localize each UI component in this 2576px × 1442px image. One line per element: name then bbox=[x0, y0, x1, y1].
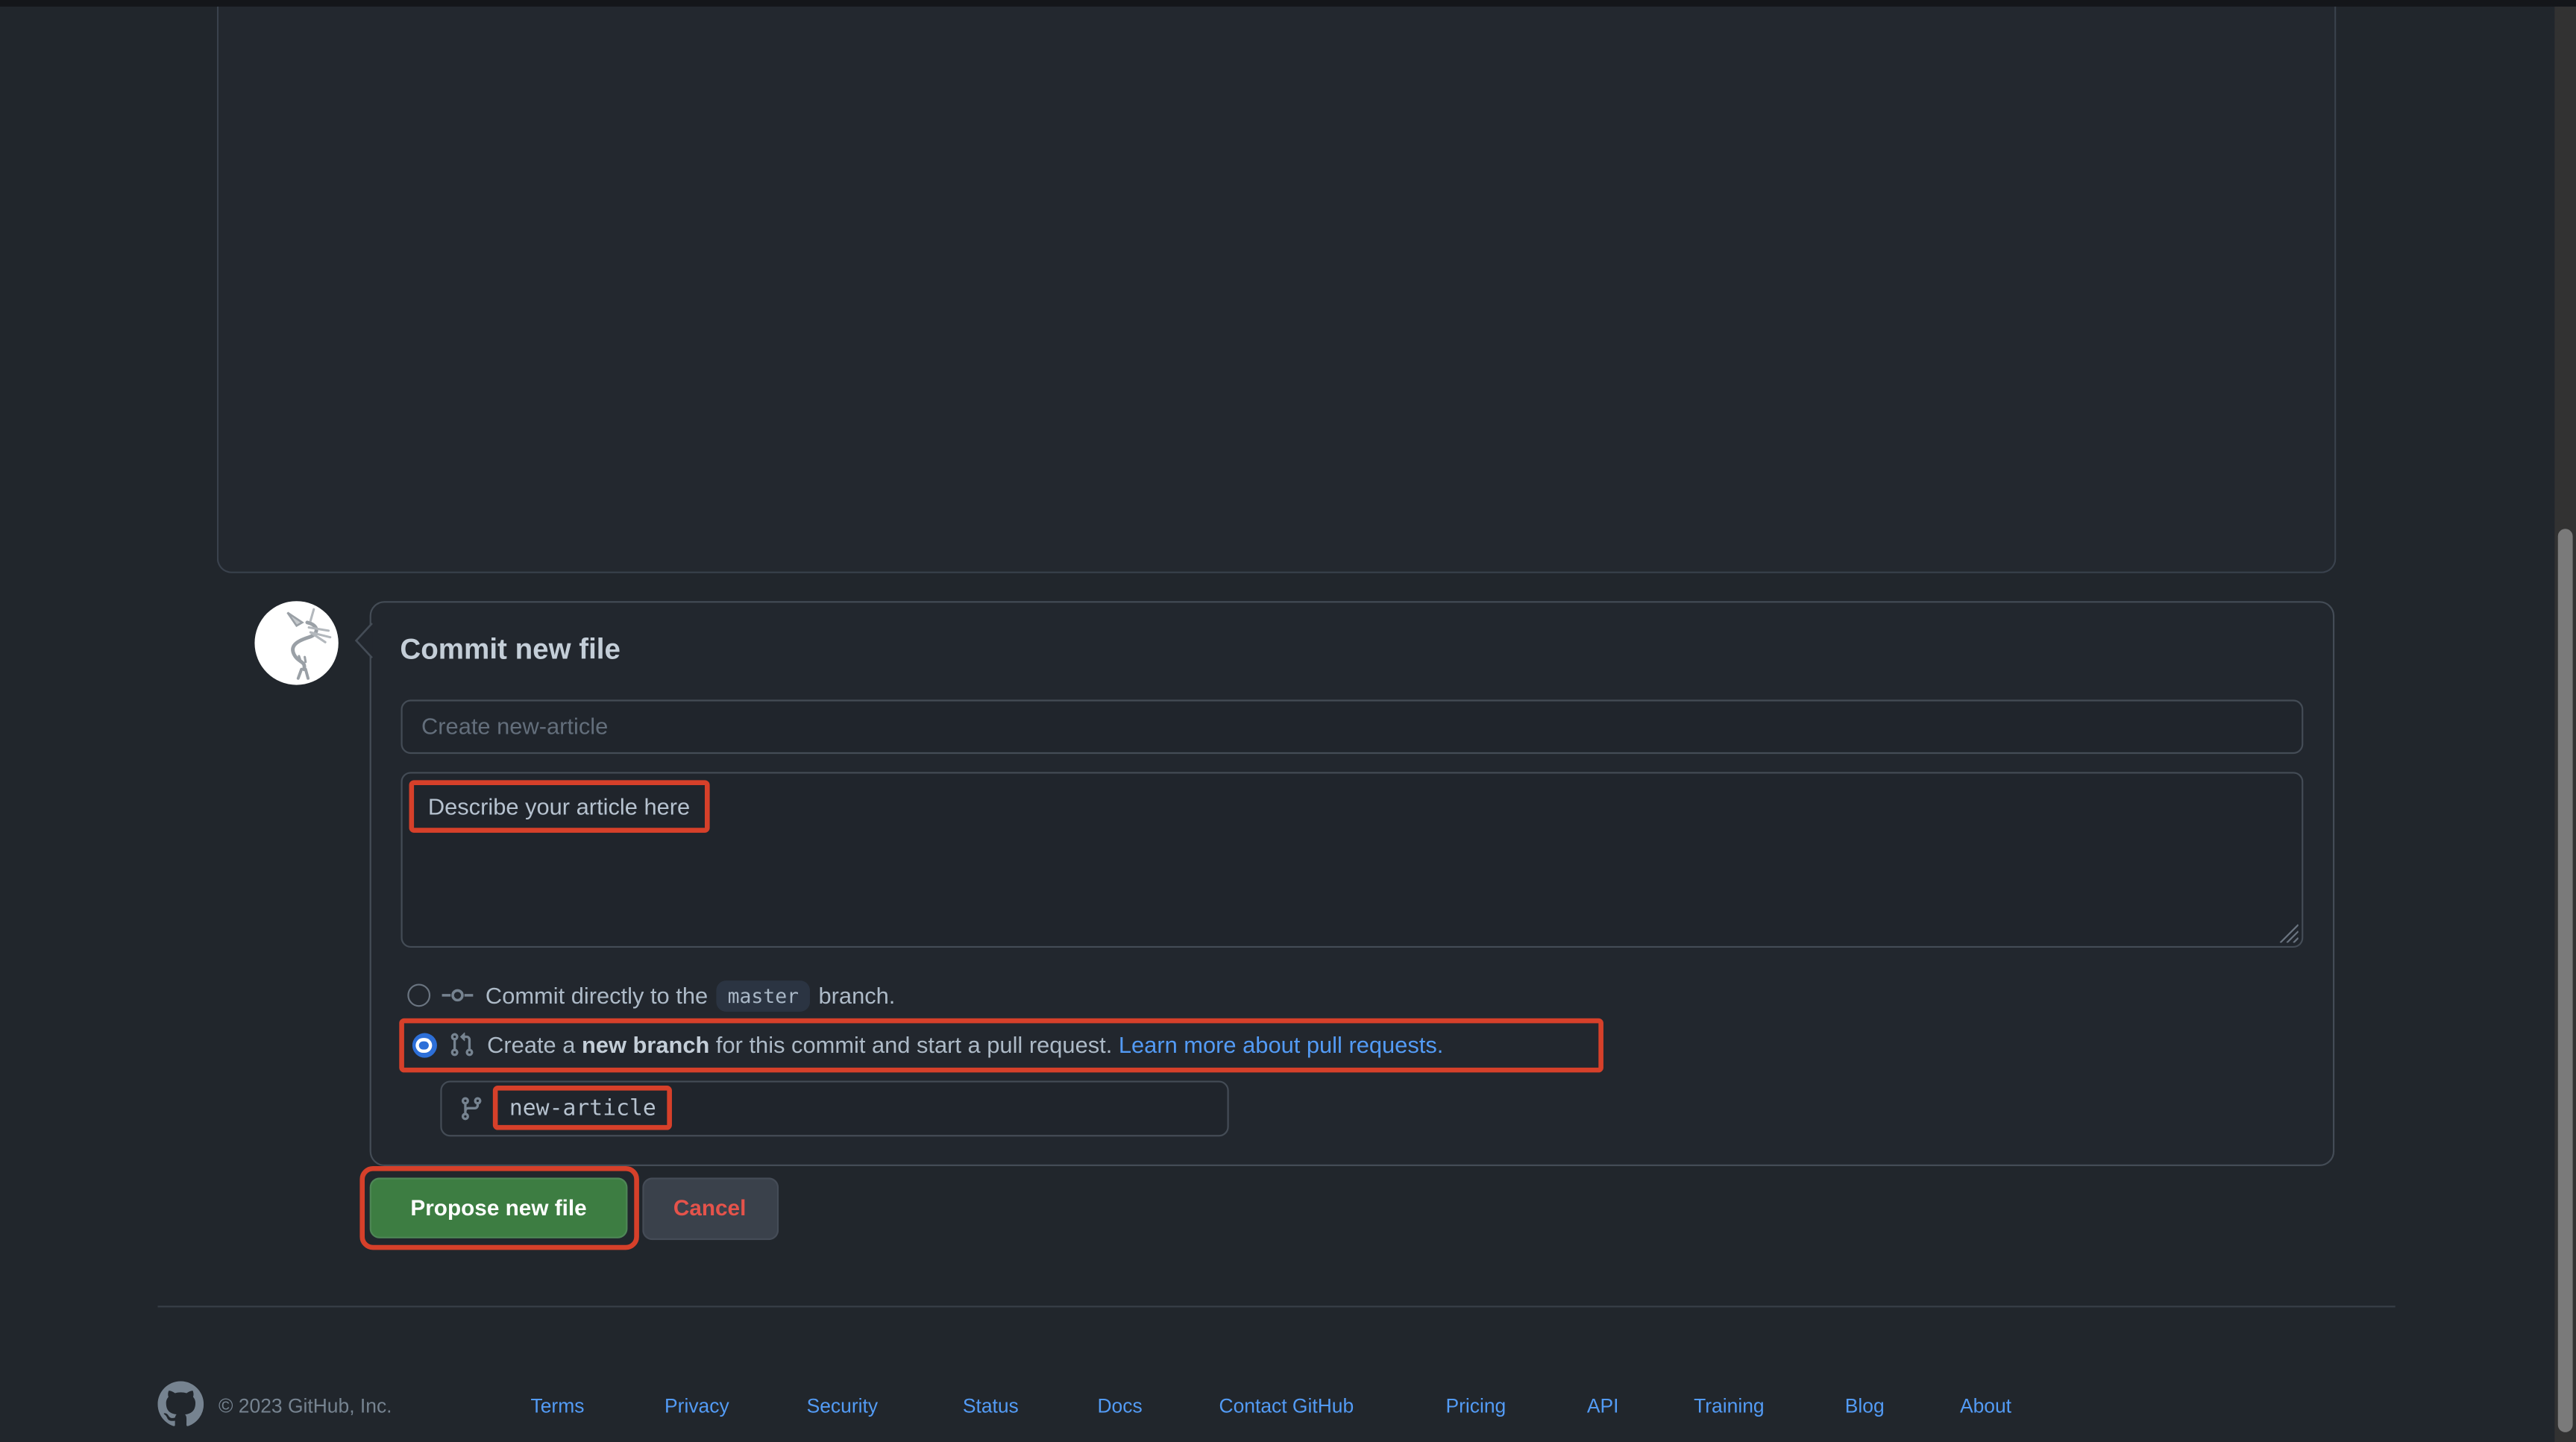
window-top-edge bbox=[0, 0, 2576, 7]
annotation-box-description: Describe your article here bbox=[408, 779, 709, 831]
cancel-button[interactable]: Cancel bbox=[641, 1177, 778, 1239]
branch-name-value: new-article bbox=[509, 1095, 656, 1121]
learn-more-link[interactable]: Learn more about pull requests. bbox=[1119, 1032, 1443, 1058]
footer-link-terms[interactable]: Terms bbox=[531, 1394, 585, 1417]
branch-name-input[interactable]: new-article bbox=[440, 1080, 1228, 1136]
radio-row-commit-direct: Commit directly to themasterbranch. bbox=[406, 978, 895, 1011]
footer-link-about[interactable]: About bbox=[1960, 1394, 2011, 1417]
radio-row-new-branch: Create a new branch for this commit and … bbox=[403, 1032, 1598, 1058]
annotation-box-propose-button: Propose new file bbox=[359, 1166, 638, 1249]
branch-badge-master: master bbox=[716, 980, 810, 1012]
textarea-resize-gripper[interactable] bbox=[2276, 921, 2298, 942]
footer-link-status[interactable]: Status bbox=[963, 1394, 1019, 1417]
annotation-box-new-branch-radio: Create a new branch for this commit and … bbox=[398, 1018, 1603, 1073]
github-octocat-logo[interactable] bbox=[157, 1380, 203, 1426]
card-caret bbox=[353, 623, 372, 658]
footer-link-privacy[interactable]: Privacy bbox=[665, 1394, 729, 1417]
radio-direct-label: Commit directly to themasterbranch. bbox=[486, 981, 895, 1007]
footer-link-api[interactable]: API bbox=[1587, 1394, 1619, 1417]
footer-link-docs[interactable]: Docs bbox=[1097, 1394, 1142, 1417]
commit-summary-input[interactable] bbox=[400, 699, 2302, 754]
commit-description-text: Describe your article here bbox=[428, 793, 690, 819]
git-pull-request-icon bbox=[447, 1032, 474, 1058]
footer-copyright: © 2023 GitHub, Inc. bbox=[219, 1394, 392, 1417]
propose-new-file-button[interactable]: Propose new file bbox=[370, 1177, 628, 1238]
annotation-box-branch-value: new-article bbox=[493, 1086, 673, 1130]
footer-divider bbox=[157, 1306, 2394, 1307]
radio-new-branch-selected[interactable] bbox=[412, 1033, 436, 1057]
git-commit-icon bbox=[441, 983, 472, 1006]
footer-link-training[interactable]: Training bbox=[1694, 1394, 1765, 1417]
footer-link-security[interactable]: Security bbox=[807, 1394, 879, 1417]
footer-link-contact[interactable]: Contact GitHub bbox=[1219, 1394, 1354, 1417]
radio-branch-label: Create a new branch for this commit and … bbox=[487, 1032, 1443, 1058]
commit-description-textarea[interactable]: Describe your article here bbox=[400, 772, 2302, 947]
footer-link-pricing[interactable]: Pricing bbox=[1445, 1394, 1506, 1417]
radio-commit-direct[interactable] bbox=[406, 983, 430, 1006]
page: Commit new file Describe your article he… bbox=[0, 0, 2576, 1442]
avatar bbox=[254, 600, 337, 684]
file-editor-area[interactable] bbox=[216, 0, 2336, 573]
dragon-sketch-avatar bbox=[254, 600, 337, 684]
git-branch-icon bbox=[459, 1095, 485, 1121]
scrollbar-thumb[interactable] bbox=[2557, 528, 2573, 1432]
footer-link-blog[interactable]: Blog bbox=[1845, 1394, 1885, 1417]
page-title: Commit new file bbox=[400, 632, 621, 667]
